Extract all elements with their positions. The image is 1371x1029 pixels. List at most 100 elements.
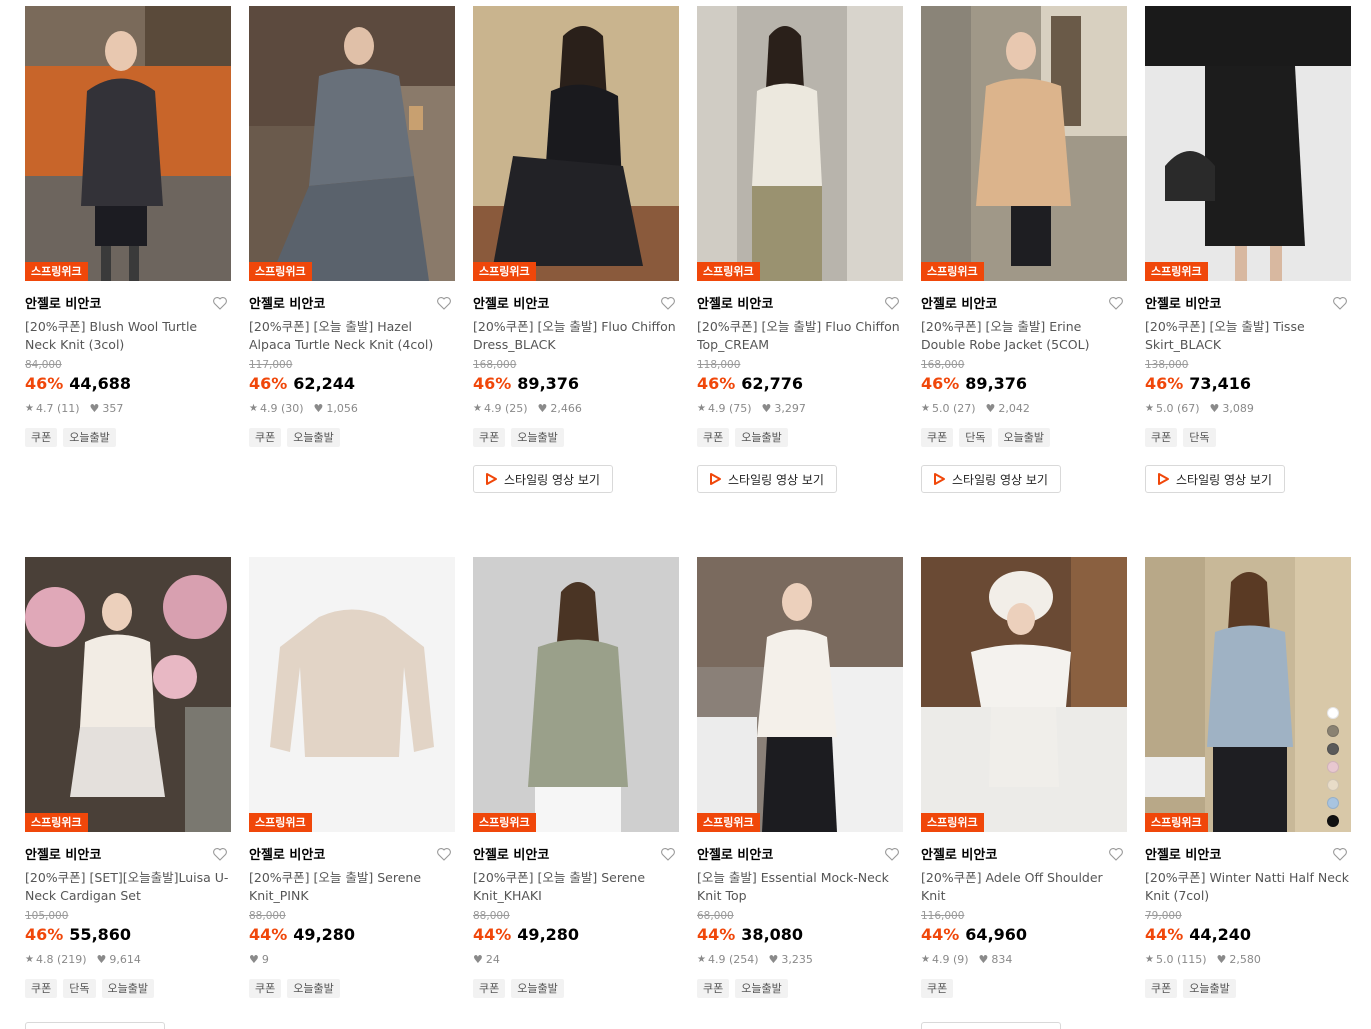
tag: 쿠폰 [1145, 979, 1178, 998]
product-title[interactable]: [20%쿠폰] [SET][오늘출발]Luisa U-Neck Cardigan… [25, 869, 231, 905]
original-price: 88,000 [249, 910, 286, 922]
product-title[interactable]: [20%쿠폰] [오늘 출발] Serene Knit_PINK [249, 869, 455, 905]
product-card[interactable]: 스프링위크 안젤로 비안코 [20%쿠폰] Winter Natti Half … [1145, 557, 1351, 998]
product-card[interactable]: 스프링위크 안젤로 비안코 [20%쿠폰] [오늘 출발] Erine Doub… [921, 6, 1127, 493]
product-title[interactable]: [20%쿠폰] Blush Wool Turtle Neck Knit (3co… [25, 318, 231, 354]
like-count: 3,297 [774, 402, 806, 415]
brand-name[interactable]: 안젤로 비안코 [1145, 297, 1221, 312]
brand-name[interactable]: 안젤로 비안코 [249, 297, 325, 312]
product-card[interactable]: 스프링위크 안젤로 비안코 [20%쿠폰] [SET][오늘출발]Luisa U… [25, 557, 231, 998]
product-image[interactable]: 스프링위크 [697, 557, 903, 832]
promo-badge: 스프링위크 [25, 813, 88, 832]
tag: 쿠폰 [25, 979, 58, 998]
heart-outline-icon[interactable] [1331, 845, 1349, 863]
heart-outline-icon[interactable] [435, 294, 453, 312]
product-image[interactable]: 스프링위크 [25, 557, 231, 832]
color-swatches[interactable] [1327, 707, 1339, 827]
play-icon [1158, 473, 1169, 485]
like-count: 834 [991, 953, 1013, 966]
promo-badge: 스프링위크 [921, 262, 984, 281]
product-card[interactable]: 스프링위크 안젤로 비안코 [20%쿠폰] [오늘 출발] Tisse Skir… [1145, 6, 1351, 493]
color-swatch[interactable] [1327, 797, 1339, 809]
heart-outline-icon[interactable] [883, 294, 901, 312]
brand-name[interactable]: 안젤로 비안코 [25, 848, 101, 863]
brand-name[interactable]: 안젤로 비안코 [921, 848, 997, 863]
product-card[interactable]: 스프링위크 안젤로 비안코 [20%쿠폰] [오늘 출발] Fluo Chiff… [697, 6, 903, 493]
brand-name[interactable]: 안젤로 비안코 [697, 297, 773, 312]
color-swatch[interactable] [1327, 761, 1339, 773]
heart-filled-icon: ♥ [473, 953, 483, 966]
product-image[interactable]: 스프링위크 [1145, 557, 1351, 832]
star-icon: ★ [921, 954, 930, 965]
product-title[interactable]: [오늘 출발] Essential Mock-Neck Knit Top [697, 869, 903, 905]
color-swatch[interactable] [1327, 707, 1339, 719]
heart-outline-icon[interactable] [1107, 294, 1125, 312]
styling-video-button[interactable]: 스타일링 영상 보기 [473, 465, 613, 493]
product-card[interactable]: 스프링위크 안젤로 비안코 [20%쿠폰] [오늘 출발] Serene Kni… [249, 557, 455, 998]
rating: 4.9 (254) [707, 953, 759, 966]
product-card[interactable]: 스프링위크 안젤로 비안코 [20%쿠폰] [오늘 출발] Hazel Alpa… [249, 6, 455, 447]
product-title[interactable]: [20%쿠폰] Winter Natti Half Neck Knit (7co… [1145, 869, 1351, 905]
product-title[interactable]: [20%쿠폰] [오늘 출발] Serene Knit_KHAKI [473, 869, 679, 905]
product-title[interactable]: [20%쿠폰] [오늘 출발] Hazel Alpaca Turtle Neck… [249, 318, 455, 354]
brand-name[interactable]: 안젤로 비안코 [1145, 848, 1221, 863]
tag: 오늘출발 [1183, 979, 1236, 998]
star-icon: ★ [921, 403, 930, 414]
product-image[interactable]: 스프링위크 [473, 6, 679, 281]
product-title[interactable]: [20%쿠폰] [오늘 출발] Tisse Skirt_BLACK [1145, 318, 1351, 354]
product-card[interactable]: 스프링위크 안젤로 비안코 [오늘 출발] Essential Mock-Nec… [697, 557, 903, 998]
product-card[interactable]: 스프링위크 안젤로 비안코 [20%쿠폰] [오늘 출발] Serene Kni… [473, 557, 679, 998]
product-card[interactable]: 스프링위크 안젤로 비안코 [20%쿠폰] [오늘 출발] Fluo Chiff… [473, 6, 679, 493]
styling-video-button[interactable]: 스타일링 영상 보기 [697, 465, 837, 493]
heart-outline-icon[interactable] [1331, 294, 1349, 312]
heart-outline-icon[interactable] [211, 294, 229, 312]
tag: 단독 [1183, 428, 1216, 447]
heart-outline-icon[interactable] [435, 845, 453, 863]
product-image[interactable]: 스프링위크 [921, 6, 1127, 281]
promo-badge: 스프링위크 [697, 813, 760, 832]
color-swatch[interactable] [1327, 725, 1339, 737]
discount-rate: 46% [697, 374, 736, 393]
product-card[interactable]: 스프링위크 안젤로 비안코 [20%쿠폰] Adele Off Shoulder… [921, 557, 1127, 998]
product-title[interactable]: [20%쿠폰] [오늘 출발] Fluo Chiffon Dress_BLACK [473, 318, 679, 354]
product-image[interactable]: 스프링위크 [697, 6, 903, 281]
brand-name[interactable]: 안젤로 비안코 [473, 848, 549, 863]
product-image[interactable]: 스프링위크 [473, 557, 679, 832]
color-swatch[interactable] [1327, 779, 1339, 791]
like-count: 3,089 [1222, 402, 1254, 415]
brand-name[interactable]: 안젤로 비안코 [921, 297, 997, 312]
product-title[interactable]: [20%쿠폰] [오늘 출발] Erine Double Robe Jacket… [921, 318, 1127, 354]
heart-outline-icon[interactable] [211, 845, 229, 863]
color-swatch[interactable] [1327, 815, 1339, 827]
rating: 4.9 (9) [931, 953, 969, 966]
promo-badge: 스프링위크 [473, 813, 536, 832]
styling-video-button[interactable]: 스타일링 영상 보기 [921, 465, 1061, 493]
product-image[interactable]: 스프링위크 [25, 6, 231, 281]
sale-price: 44,688 [69, 374, 132, 393]
product-image[interactable]: 스프링위크 [249, 6, 455, 281]
promo-badge: 스프링위크 [697, 262, 760, 281]
heart-outline-icon[interactable] [659, 294, 677, 312]
product-image[interactable]: 스프링위크 [1145, 6, 1351, 281]
sale-price: 49,280 [293, 925, 356, 944]
product-title[interactable]: [20%쿠폰] [오늘 출발] Fluo Chiffon Top_CREAM [697, 318, 903, 354]
heart-outline-icon[interactable] [883, 845, 901, 863]
product-title[interactable]: [20%쿠폰] Adele Off Shoulder Knit [921, 869, 1127, 905]
brand-name[interactable]: 안젤로 비안코 [249, 848, 325, 863]
product-card[interactable]: 스프링위크 안젤로 비안코 [20%쿠폰] Blush Wool Turtle … [25, 6, 231, 447]
product-image[interactable]: 스프링위크 [249, 557, 455, 832]
brand-name[interactable]: 안젤로 비안코 [25, 297, 101, 312]
heart-outline-icon[interactable] [659, 845, 677, 863]
rating: 4.8 (219) [35, 953, 87, 966]
color-swatch[interactable] [1327, 743, 1339, 755]
styling-video-button[interactable]: 스타일링 영상 보기 [1145, 465, 1285, 493]
product-image[interactable]: 스프링위크 [921, 557, 1127, 832]
brand-name[interactable]: 안젤로 비안코 [697, 848, 773, 863]
star-icon: ★ [697, 954, 706, 965]
promo-badge: 스프링위크 [249, 813, 312, 832]
discount-rate: 46% [25, 925, 64, 944]
heart-outline-icon[interactable] [1107, 845, 1125, 863]
sale-price: 64,960 [965, 925, 1028, 944]
brand-name[interactable]: 안젤로 비안코 [473, 297, 549, 312]
heart-filled-icon: ♥ [1209, 402, 1220, 415]
